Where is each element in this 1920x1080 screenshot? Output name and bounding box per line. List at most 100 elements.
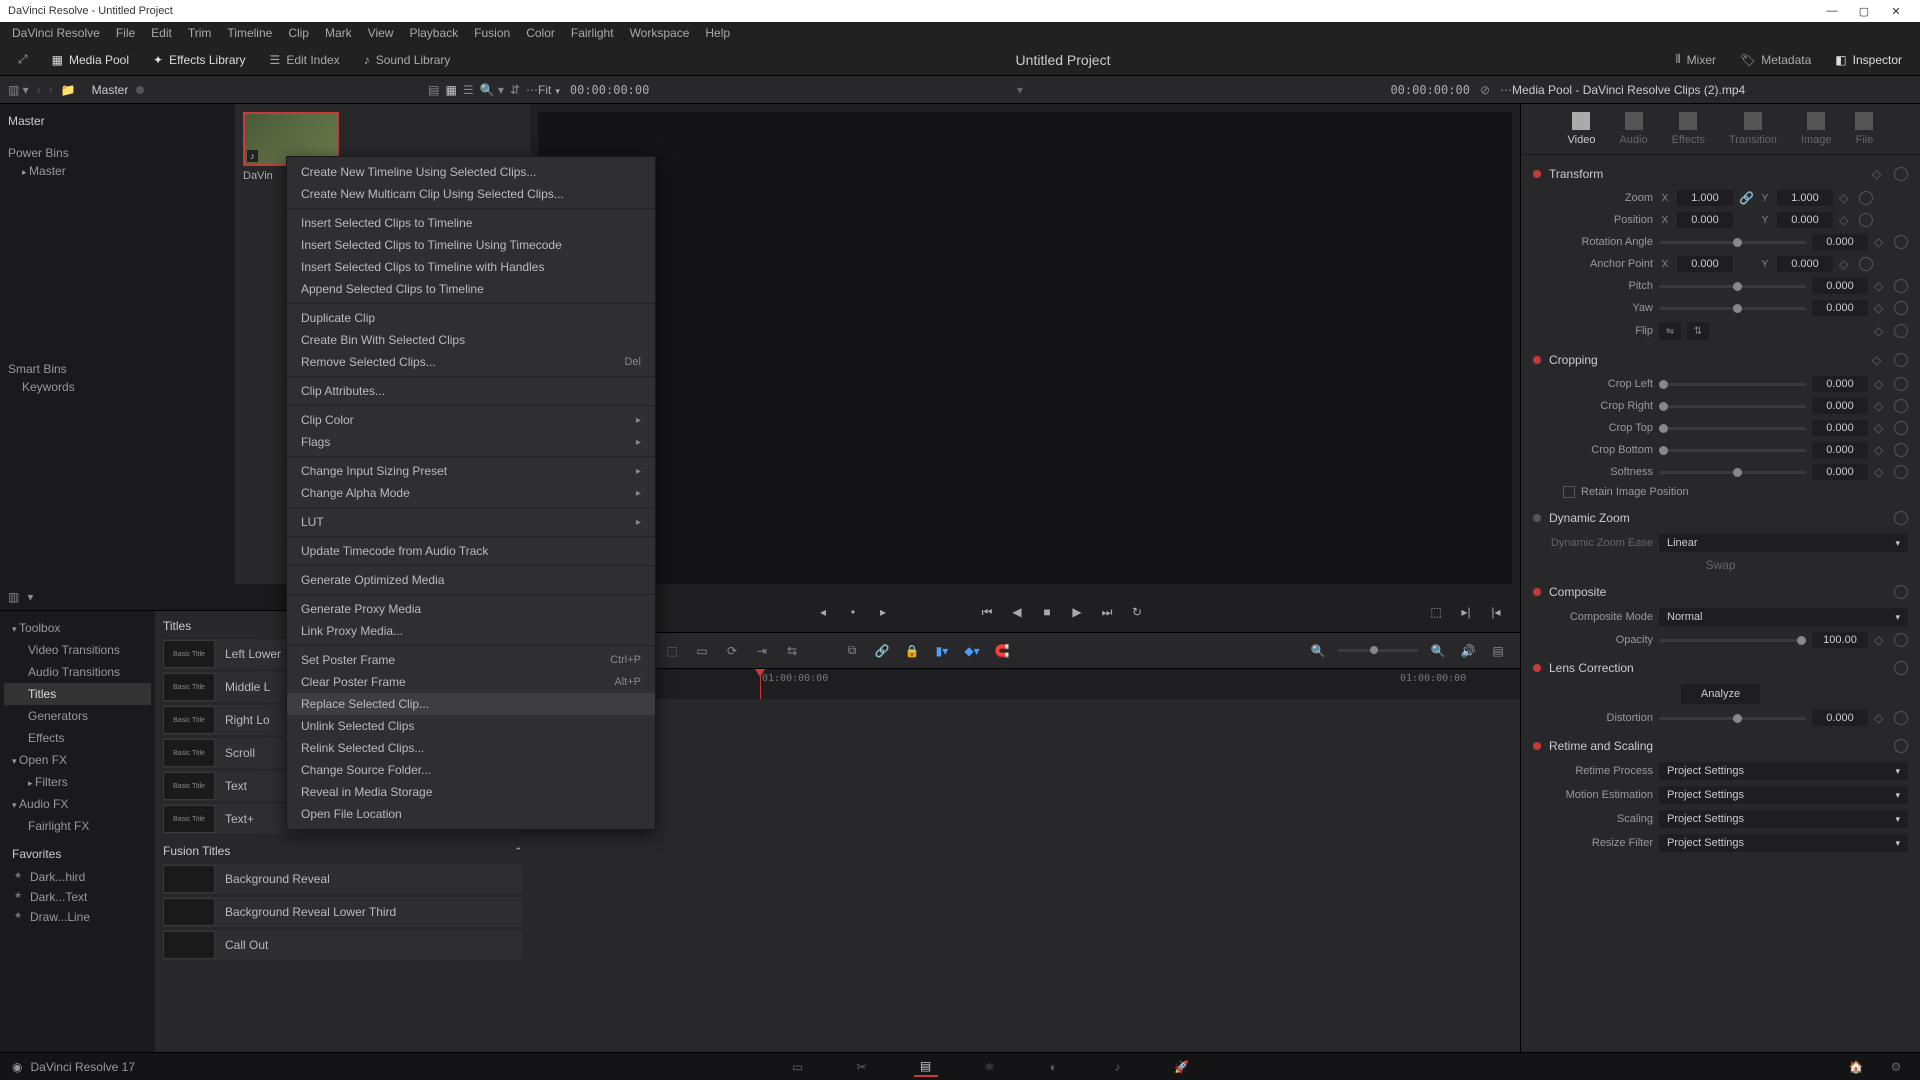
effects-library-button[interactable]: ✦Effects Library bbox=[143, 49, 256, 71]
ctx-clear-poster-frame[interactable]: Clear Poster FrameAlt+P bbox=[287, 671, 655, 693]
media-pool-button[interactable]: ▦Media Pool bbox=[42, 49, 139, 71]
crop-top-value[interactable]: 0.000 bbox=[1812, 420, 1868, 436]
fx-effects[interactable]: Effects bbox=[4, 727, 151, 749]
mark-next-icon[interactable]: ▸ bbox=[875, 604, 891, 620]
close-button[interactable]: ✕ bbox=[1880, 5, 1912, 18]
fit-select[interactable]: Fit bbox=[538, 83, 560, 97]
menu-edit[interactable]: Edit bbox=[143, 26, 180, 40]
crop-left-slider[interactable] bbox=[1659, 383, 1806, 386]
kf-icon[interactable]: ◇ bbox=[1874, 399, 1888, 413]
menu-fairlight[interactable]: Fairlight bbox=[563, 26, 622, 40]
page-fusion[interactable]: ⚛ bbox=[978, 1057, 1002, 1077]
fusion-title-item[interactable]: Call Out bbox=[163, 930, 522, 960]
menu-trim[interactable]: Trim bbox=[180, 26, 220, 40]
menu-help[interactable]: Help bbox=[697, 26, 738, 40]
snap-toggle[interactable]: ⧉ bbox=[842, 641, 862, 661]
crop-bottom-slider[interactable] bbox=[1659, 449, 1806, 452]
kf-icon[interactable]: ◇ bbox=[1839, 213, 1853, 227]
reset-icon[interactable] bbox=[1894, 633, 1908, 647]
ctx-change-input-sizing-preset[interactable]: Change Input Sizing Preset bbox=[287, 460, 655, 482]
favorite-item[interactable]: Dark...hird bbox=[12, 867, 143, 887]
bin-master[interactable]: Master bbox=[8, 110, 227, 132]
fit-tool[interactable]: ⇥ bbox=[752, 641, 772, 661]
inspector-button[interactable]: ◧Inspector bbox=[1825, 48, 1912, 71]
page-deliver[interactable]: 🚀 bbox=[1170, 1057, 1194, 1077]
nav-back[interactable]: ‹ bbox=[37, 83, 41, 97]
zoom-y[interactable]: 1.000 bbox=[1777, 190, 1833, 206]
minimize-button[interactable]: — bbox=[1816, 5, 1848, 17]
reset-icon[interactable] bbox=[1894, 324, 1908, 338]
ctx-generate-proxy-media[interactable]: Generate Proxy Media bbox=[287, 598, 655, 620]
fx-toolbox[interactable]: Toolbox bbox=[4, 617, 151, 639]
reset-icon[interactable] bbox=[1894, 711, 1908, 725]
fx-filters[interactable]: ▸ Filters bbox=[4, 771, 151, 793]
reset-icon[interactable] bbox=[1894, 377, 1908, 391]
ctx-flags[interactable]: Flags bbox=[287, 431, 655, 453]
prev-frame-button[interactable]: ◀ bbox=[1009, 604, 1025, 620]
ctx-remove-selected-clips[interactable]: Remove Selected Clips...Del bbox=[287, 351, 655, 373]
home-button[interactable]: 🏠 bbox=[1844, 1057, 1868, 1077]
view-list-icon[interactable]: ☰ bbox=[463, 83, 474, 97]
stop-button[interactable]: ■ bbox=[1039, 604, 1055, 620]
kf-icon[interactable]: ◇ bbox=[1839, 257, 1853, 271]
page-fairlight[interactable]: ♪ bbox=[1106, 1057, 1130, 1077]
kf-icon[interactable]: ◇ bbox=[1874, 279, 1888, 293]
go-start-icon[interactable]: |◂ bbox=[1488, 604, 1504, 620]
maximize-button[interactable]: ▢ bbox=[1848, 5, 1880, 18]
search-icon[interactable]: 🔍 ▾ bbox=[480, 83, 504, 97]
crop-right-slider[interactable] bbox=[1659, 405, 1806, 408]
favorite-item[interactable]: Dark...Text bbox=[12, 887, 143, 907]
flip-h-button[interactable]: ⇋ bbox=[1659, 322, 1681, 340]
lens-correction-header[interactable]: Lens Correction bbox=[1549, 661, 1634, 675]
ctx-lut[interactable]: LUT bbox=[287, 511, 655, 533]
reset-icon[interactable] bbox=[1894, 301, 1908, 315]
smart-bin-keywords[interactable]: Keywords bbox=[8, 376, 227, 398]
fusion-title-item[interactable]: Background Reveal bbox=[163, 864, 522, 894]
tab-transition[interactable]: Transition bbox=[1729, 112, 1777, 146]
fx-audiofx[interactable]: Audio FX bbox=[4, 793, 151, 815]
marker-dropdown[interactable]: ◆▾ bbox=[962, 641, 982, 661]
viewer-more-icon[interactable]: ⋯ bbox=[1500, 83, 1512, 97]
reset-icon[interactable] bbox=[1894, 235, 1908, 249]
scaling-select[interactable]: Project Settings▾ bbox=[1659, 810, 1908, 828]
crop-right-value[interactable]: 0.000 bbox=[1812, 398, 1868, 414]
view-meta-icon[interactable]: ▤ bbox=[428, 83, 439, 97]
pitch-slider[interactable] bbox=[1659, 285, 1806, 288]
ctx-open-file-location[interactable]: Open File Location bbox=[287, 803, 655, 825]
ctx-reveal-in-media-storage[interactable]: Reveal in Media Storage bbox=[287, 781, 655, 803]
zoom-in-icon[interactable]: 🔍 bbox=[1428, 641, 1448, 661]
loop-button[interactable]: ↻ bbox=[1129, 604, 1145, 620]
fx-panel-menu[interactable]: ▥ bbox=[8, 590, 19, 604]
reset-icon[interactable] bbox=[1894, 279, 1908, 293]
composite-mode-select[interactable]: Normal▾ bbox=[1659, 608, 1908, 626]
cropping-header[interactable]: Cropping bbox=[1549, 353, 1598, 367]
ctx-create-new-timeline-using-selected-clips[interactable]: Create New Timeline Using Selected Clips… bbox=[287, 161, 655, 183]
dropdown-icon[interactable]: ▾ bbox=[1017, 83, 1023, 97]
breadcrumb-master[interactable]: Master bbox=[92, 83, 129, 97]
menu-clip[interactable]: Clip bbox=[280, 26, 317, 40]
ctx-unlink-selected-clips[interactable]: Unlink Selected Clips bbox=[287, 715, 655, 737]
page-cut[interactable]: ✂ bbox=[850, 1057, 874, 1077]
ctx-replace-selected-clip[interactable]: Replace Selected Clip... bbox=[287, 693, 655, 715]
link-icon[interactable]: 🔗 bbox=[1739, 191, 1753, 205]
kf-icon[interactable]: ◇ bbox=[1874, 377, 1888, 391]
snap-icon[interactable]: 🧲 bbox=[992, 641, 1012, 661]
reset-icon[interactable] bbox=[1894, 443, 1908, 457]
bypass-icon[interactable]: ⊘ bbox=[1480, 83, 1490, 97]
ctx-append-selected-clips-to-timeline[interactable]: Append Selected Clips to Timeline bbox=[287, 278, 655, 300]
tab-audio[interactable]: Audio bbox=[1619, 112, 1647, 146]
ctx-link-proxy-media[interactable]: Link Proxy Media... bbox=[287, 620, 655, 642]
go-end-icon[interactable]: ▸| bbox=[1458, 604, 1474, 620]
ctx-set-poster-frame[interactable]: Set Poster FrameCtrl+P bbox=[287, 649, 655, 671]
fx-panel-expand[interactable]: ▾ bbox=[27, 590, 33, 604]
link-toggle[interactable]: 🔗 bbox=[872, 641, 892, 661]
reset-icon[interactable] bbox=[1859, 191, 1873, 205]
match-frame-icon[interactable]: ⬚ bbox=[1428, 604, 1444, 620]
distortion-value[interactable]: 0.000 bbox=[1812, 710, 1868, 726]
tab-effects[interactable]: Effects bbox=[1672, 112, 1705, 146]
rotation-value[interactable]: 0.000 bbox=[1812, 234, 1868, 250]
menu-view[interactable]: View bbox=[360, 26, 402, 40]
retime-enable-dot[interactable] bbox=[1533, 742, 1541, 750]
reset-icon[interactable] bbox=[1894, 511, 1908, 525]
sort-icon[interactable]: ⇵ bbox=[510, 83, 520, 97]
